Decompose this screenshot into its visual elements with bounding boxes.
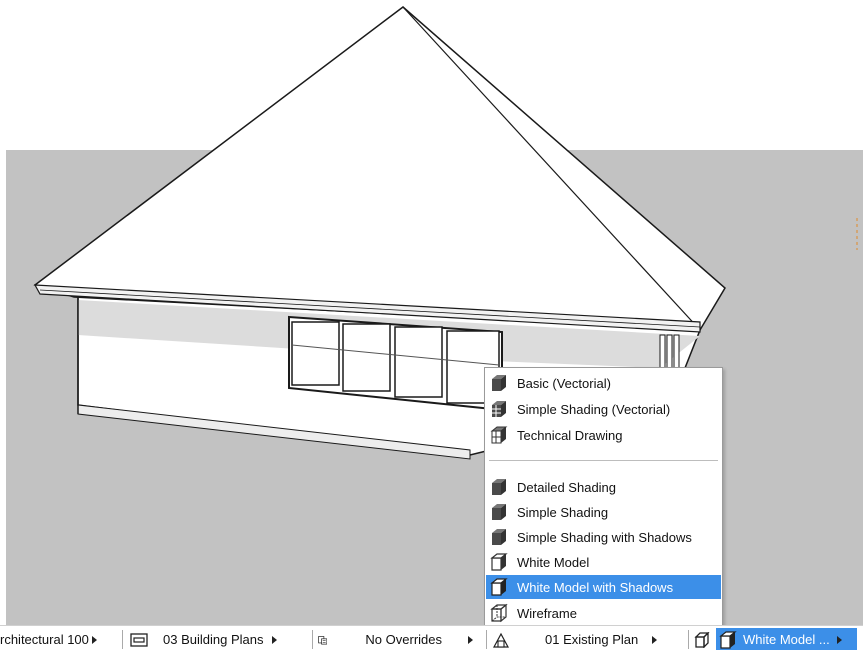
model-display-dropdown[interactable]: White Model ... xyxy=(718,626,863,653)
layer-combination-value: rchitectural 100 xyxy=(0,632,89,647)
menu-item-label: White Model with Shadows xyxy=(517,579,674,595)
shaded-cube-icon xyxy=(492,375,506,391)
model-display-menu: Basic (Vectorial) Simple Shading (Vector… xyxy=(484,367,723,631)
dropdown-arrow-icon xyxy=(652,635,658,644)
menu-item-label: Technical Drawing xyxy=(517,427,623,443)
model-display-value: White Model ... xyxy=(743,632,830,647)
cube-outline-icon xyxy=(694,631,710,648)
overrides-value: No Overrides xyxy=(365,632,442,647)
hatched-cube-icon xyxy=(492,401,506,417)
floor-plan-icon xyxy=(130,632,148,647)
building-model xyxy=(33,6,858,460)
quick-options-bar: rchitectural 100 03 Building Plans No Ov… xyxy=(0,625,863,654)
white-cube-icon xyxy=(490,578,508,596)
3d-viewport[interactable]: Basic (Vectorial) Simple Shading (Vector… xyxy=(0,0,863,653)
separator xyxy=(312,630,313,649)
dropdown-arrow-icon xyxy=(272,635,278,644)
graphic-overrides-dropdown[interactable]: No Overrides xyxy=(318,626,473,653)
menu-item-simple-shading-vectorial[interactable]: Simple Shading (Vectorial) xyxy=(486,397,721,421)
separator xyxy=(486,630,487,649)
separator xyxy=(122,630,123,649)
shaded-cube-icon xyxy=(492,479,506,495)
menu-item-label: Wireframe xyxy=(517,605,577,621)
shaded-cube-icon xyxy=(492,529,506,545)
menu-item-detailed-shading[interactable]: Detailed Shading xyxy=(486,475,721,499)
menu-item-label: Basic (Vectorial) xyxy=(517,375,611,391)
technical-cube-icon xyxy=(490,426,508,444)
view-dropdown[interactable]: 03 Building Plans xyxy=(130,626,310,653)
dropdown-arrow-icon xyxy=(468,635,473,644)
override-rules-icon xyxy=(318,635,328,644)
menu-item-wireframe[interactable]: Wireframe xyxy=(486,601,721,625)
dropdown-arrow-icon xyxy=(836,635,842,644)
renovation-filter-dropdown[interactable]: 01 Existing Plan xyxy=(492,626,687,653)
white-cube-icon xyxy=(490,553,508,571)
separator xyxy=(688,630,689,649)
menu-item-white-model[interactable]: White Model xyxy=(486,550,721,574)
menu-item-label: Simple Shading xyxy=(517,504,609,520)
renovation-house-icon xyxy=(492,632,510,648)
dropdown-arrow-icon xyxy=(91,635,97,644)
menu-separator xyxy=(489,460,718,461)
menu-item-basic-vectorial[interactable]: Basic (Vectorial) xyxy=(486,371,721,395)
menu-item-white-model-with-shadows[interactable]: White Model with Shadows xyxy=(486,575,721,599)
shaded-cube-icon xyxy=(492,504,506,520)
menu-item-simple-shading-with-shadows[interactable]: Simple Shading with Shadows xyxy=(486,525,721,549)
menu-item-label: Simple Shading (Vectorial) xyxy=(517,401,671,417)
3d-view-icon-button[interactable] xyxy=(694,626,714,653)
layer-combination-dropdown[interactable]: rchitectural 100 xyxy=(0,626,118,653)
menu-item-label: Simple Shading with Shadows xyxy=(517,529,692,545)
wireframe-cube-icon xyxy=(490,603,508,623)
menu-item-label: White Model xyxy=(517,554,590,570)
white-cube-icon xyxy=(719,630,737,649)
view-value: 03 Building Plans xyxy=(163,632,264,647)
menu-item-simple-shading[interactable]: Simple Shading xyxy=(486,500,721,524)
menu-item-label: Detailed Shading xyxy=(517,479,617,495)
menu-item-technical-drawing[interactable]: Technical Drawing xyxy=(486,423,721,447)
renovation-filter-value: 01 Existing Plan xyxy=(545,632,639,647)
